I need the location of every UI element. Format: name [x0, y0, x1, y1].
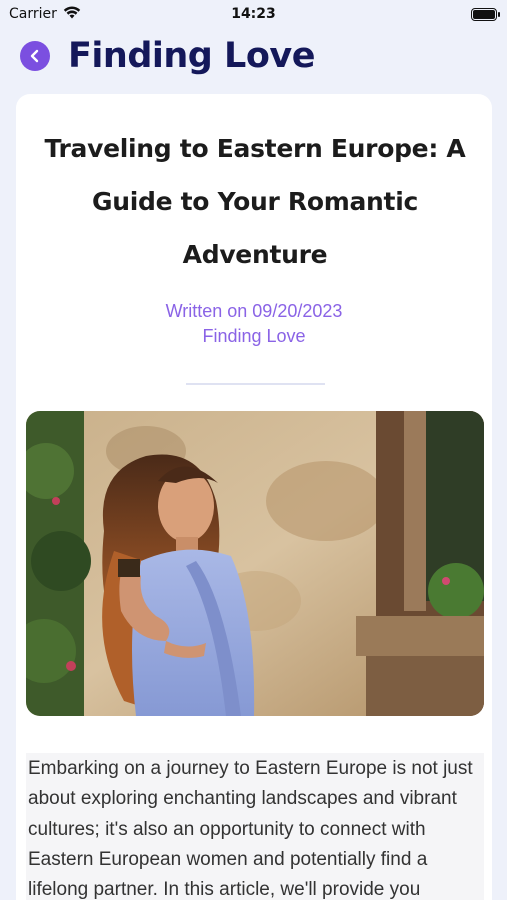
divider [186, 383, 325, 385]
status-left: Carrier [9, 6, 81, 23]
page-title: Finding Love [68, 36, 315, 76]
article-title: Traveling to Eastern Europe: A Guide to … [44, 134, 466, 269]
nav-bar: Finding Love [20, 30, 487, 82]
wifi-icon [63, 6, 81, 23]
status-bar: Carrier 14:23 [0, 0, 507, 28]
article-author: Finding Love [202, 326, 306, 346]
article-date: Written on 09/20/2023 [165, 301, 343, 321]
carrier-label: Carrier [9, 6, 57, 22]
back-button[interactable] [20, 41, 50, 71]
article-image [26, 411, 484, 716]
article-body: Embarking on a journey to Eastern Europe… [26, 753, 484, 900]
battery-icon [471, 7, 500, 21]
chevron-left-icon [30, 49, 39, 63]
article-meta: Written on 09/20/2023 Finding Love [16, 299, 492, 349]
